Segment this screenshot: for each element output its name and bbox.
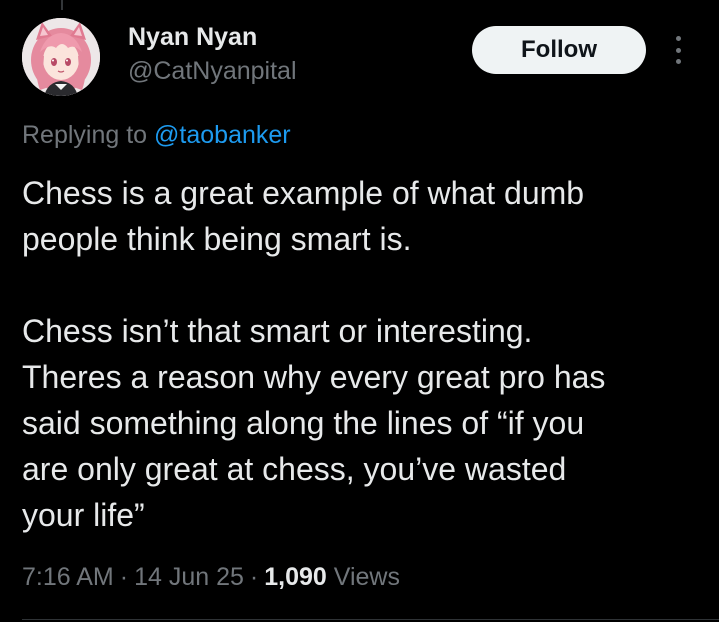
replying-to-line: Replying to @taobanker	[22, 118, 291, 152]
tweet-header: Nyan Nyan @CatNyanpital Follow	[22, 18, 695, 100]
tweet-date[interactable]: 14 Jun 25	[134, 563, 244, 591]
views-count[interactable]: 1,090	[264, 563, 327, 591]
anime-avatar-icon	[22, 18, 100, 96]
tweet-paragraph: Chess is a great example of what dumb pe…	[22, 175, 585, 257]
replying-to-link[interactable]: @taobanker	[154, 121, 291, 149]
follow-button[interactable]: Follow	[472, 26, 646, 74]
author-handle[interactable]: @CatNyanpital	[128, 54, 297, 88]
meta-separator: ·	[119, 563, 129, 591]
views-label: Views	[333, 563, 400, 591]
replying-to-prefix: Replying to	[22, 121, 155, 149]
tweet-time[interactable]: 7:16 AM	[22, 563, 114, 591]
bottom-divider	[22, 619, 719, 620]
more-dot	[675, 59, 681, 64]
more-vertical-icon[interactable]	[670, 34, 686, 66]
thread-connector-line	[61, 0, 63, 10]
author-display-name[interactable]: Nyan Nyan	[128, 20, 297, 54]
author-names: Nyan Nyan @CatNyanpital	[128, 20, 297, 88]
more-dot	[675, 47, 681, 53]
more-dot	[675, 36, 681, 41]
avatar[interactable]	[22, 18, 100, 96]
tweet-text: Chess is a great example of what dumb pe…	[22, 170, 702, 538]
tweet-meta: 7:16 AM · 14 Jun 25 · 1,090 Views	[22, 560, 400, 594]
tweet-paragraph: Chess isn’t that smart or interesting. T…	[22, 313, 606, 533]
meta-separator: ·	[249, 563, 259, 591]
